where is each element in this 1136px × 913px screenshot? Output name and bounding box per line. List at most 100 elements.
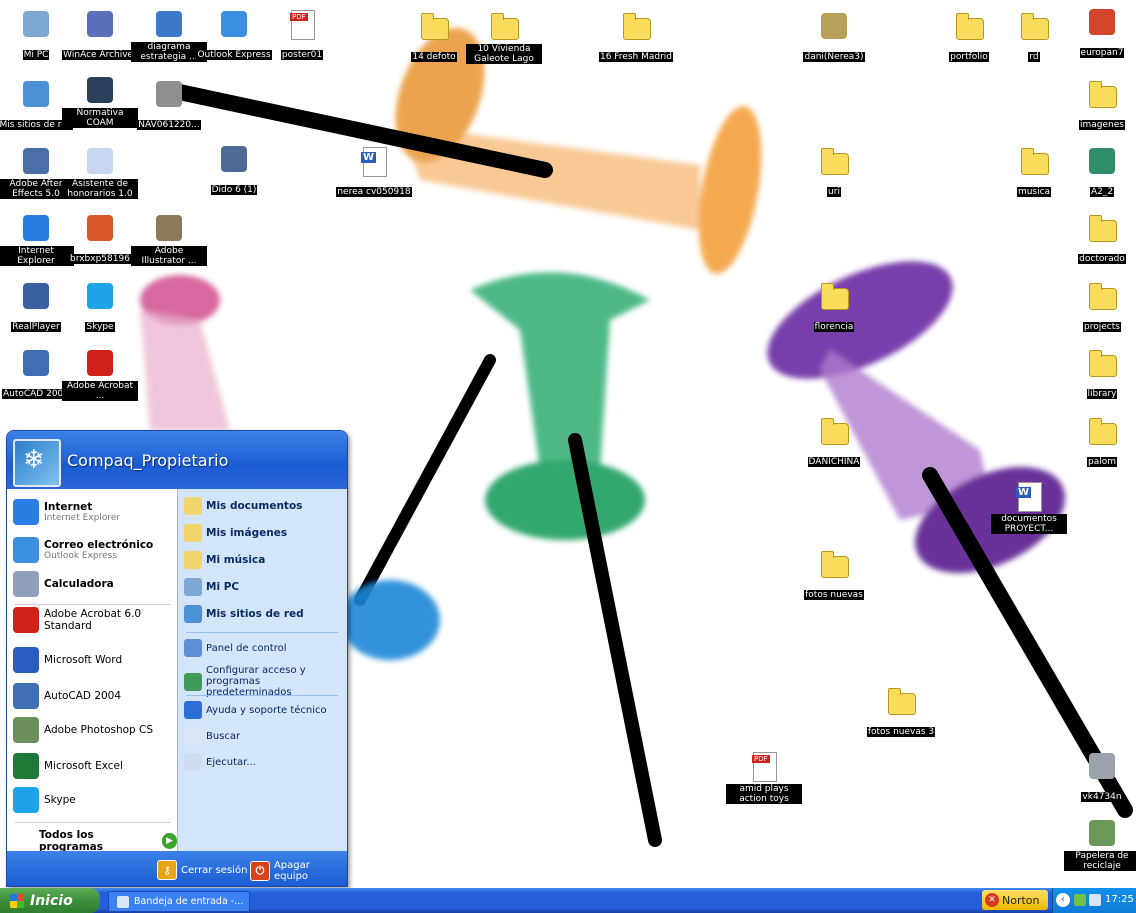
desktop-icon-vk4734n[interactable]: vk4734n [1064,750,1136,803]
realplayer-file-icon [218,143,250,175]
desktop-icon-14-defoto[interactable]: 14 defoto [396,10,472,63]
desktop-icon-normativa-coam[interactable]: Normativa COAM [62,74,138,129]
start-recent-5[interactable]: Microsoft Excel [13,753,123,779]
pinned-title: Correo electrónico [44,539,154,551]
desktop-icon-label: fotos nuevas 3 [866,727,936,737]
desktop-icon-label: palom [1086,457,1117,467]
logoff-button[interactable]: ⚷ Cerrar sesión [157,860,247,880]
start-tool-1[interactable]: Buscar [184,727,240,745]
start-recent-1[interactable]: Adobe Acrobat 6.0 Standard [13,607,177,633]
desktop-icon-musica[interactable]: musica [996,145,1072,198]
desktop-icon-asistente-de-honorarios-1-0[interactable]: Asistente de honorarios 1.0 [62,145,138,200]
start-button[interactable]: Inicio [0,888,100,913]
desktop-icon-nav061220[interactable]: NAV061220... [131,78,207,131]
folder-icon [1086,280,1118,312]
default-programs-icon [184,672,202,691]
start-place-2[interactable]: Mi música [184,551,265,569]
desktop-icon-dido-6-1[interactable]: Dido 6 (1) [196,143,272,196]
pdf-file-icon [748,750,780,782]
start-pinned-0[interactable]: Internet Internet Explorer [13,499,120,525]
menu-separator [15,822,170,823]
start-place-4[interactable]: Mis sitios de red [184,605,304,623]
desktop-icon-doctorado[interactable]: doctorado [1064,212,1136,265]
desktop-icon-dani-nerea3[interactable]: dani(Nerea3) [796,10,872,63]
desktop-icon-projects[interactable]: projects [1064,280,1136,333]
desktop-icon-fotos-nuevas-3[interactable]: fotos nuevas 3 [863,685,939,738]
desktop-icon-nerea-cv050918[interactable]: nerea cv050918 [336,145,412,198]
desktop-icon-16-fresh-madrid[interactable]: 16 Fresh Madrid [598,10,674,63]
desktop-icon-label: DANICHINA [807,457,861,467]
desktop-icon-florencia[interactable]: florencia [796,280,872,333]
start-place-1[interactable]: Mis imágenes [184,524,287,542]
desktop-icon-amid-plays-action-toys[interactable]: amid plays action toys [726,750,802,805]
start-recent-2[interactable]: Microsoft Word [13,647,122,673]
desktop-icon-rd[interactable]: rd [996,10,1072,63]
start-place-0[interactable]: Mis documentos [184,497,302,515]
desktop-icon-adobe-acrobat[interactable]: Adobe Acrobat ... [62,347,138,402]
desktop-icon-europan7[interactable]: europan7 [1064,6,1136,59]
start-recent-4[interactable]: Adobe Photoshop CS [13,717,153,743]
powerpoint-file-icon [1086,6,1118,38]
desktop-icon-label: WinAce Archiver [62,50,138,60]
taskbar-item-inbox[interactable]: Bandeja de entrada -... [108,891,250,912]
desktop-icon-skype[interactable]: Skype [62,280,138,333]
desktop-icon-papelera-de-reciclaje[interactable]: Papelera de reciclaje [1064,817,1136,872]
desktop-icon-brxbxp58196[interactable]: brxbxp58196 [62,212,138,265]
desktop-icon-label: nerea cv050918 [336,187,412,197]
desktop-icon-adobe-illustrator[interactable]: Adobe Illustrator ... [131,212,207,267]
desktop-icon-library[interactable]: library [1064,347,1136,400]
start-tool-0[interactable]: Ayuda y soporte técnico [184,701,327,719]
network-places-icon [20,78,52,110]
my-computer-icon [184,578,202,596]
pinned-title: Internet [44,501,93,513]
folder-icon [818,548,850,580]
after-effects-icon [20,145,52,177]
desktop-icon-danichina[interactable]: DANICHINA [796,415,872,468]
desktop-icon-fotos-nuevas[interactable]: fotos nuevas [796,548,872,601]
desktop-icon-label: musica [1016,187,1052,197]
all-programs-button[interactable]: Todos los programas ▶ [39,829,177,853]
key-icon: ⚷ [157,860,177,880]
volume-tray-icon[interactable] [1089,894,1101,906]
folder-icon [418,10,450,42]
desktop-icon-documentos-proyect[interactable]: documentos PROYECT... [991,480,1067,535]
start-recent-6[interactable]: Skype [13,787,76,813]
desktop-icon-uri[interactable]: uri [796,145,872,198]
start-place-3[interactable]: Mi PC [184,578,239,596]
start-recent-0[interactable]: Calculadora [13,571,114,597]
clock[interactable]: 17:25 [1105,894,1134,905]
desktop[interactable]: Mi PC WinAce Archiver diagrama estrategia … [0,0,1136,888]
excel-icon [13,753,39,779]
user-avatar[interactable]: ❄ [13,439,61,487]
network-places-icon [184,605,202,623]
desktop-icon-outlook-express[interactable]: Outlook Express [196,8,272,61]
desktop-icon-palom[interactable]: palom [1064,415,1136,468]
start-tool-2[interactable]: Ejecutar... [184,753,256,771]
start-pinned-1[interactable]: Correo electrónico Outlook Express [13,537,153,563]
desktop-icon-label: fotos nuevas [804,590,864,600]
outlook-express-icon [218,8,250,40]
network-tray-icon[interactable] [1074,894,1086,906]
pinned-subtitle: Internet Explorer [44,513,121,523]
start-setting-0[interactable]: Panel de control [184,639,339,657]
recent-label: Skype [44,794,76,806]
word-file-icon [1013,480,1045,512]
start-recent-3[interactable]: AutoCAD 2004 [13,683,121,709]
desktop-icon-a2-2[interactable]: A2_2 [1064,145,1136,198]
shutdown-button[interactable]: ⏻ Apagar equipo [250,860,347,882]
desktop-icon-label: rd [1028,52,1040,62]
tray-expand-icon[interactable]: ‹ [1056,893,1070,907]
desktop-icon-imagenes[interactable]: imagenes [1064,78,1136,131]
desktop-icon-10-vivienda-galeote-lago[interactable]: 10 Vivienda Galeote Lago [466,10,542,65]
image-file-icon [84,212,116,244]
norton-tray-button[interactable]: ✕ Norton [982,890,1048,910]
norton-installer-icon [153,78,185,110]
tool-label: Ayuda y soporte técnico [206,704,327,716]
folder-icon [488,10,520,42]
desktop-icon-label: projects [1083,322,1121,332]
start-setting-1[interactable]: Configurar acceso y programas predetermi… [184,665,339,698]
app-window-icon [84,145,116,177]
desktop-icon-poster01[interactable]: poster01 [264,8,340,61]
folder-icon [1086,78,1118,110]
desktop-icon-winace-archiver[interactable]: WinAce Archiver [62,8,138,61]
